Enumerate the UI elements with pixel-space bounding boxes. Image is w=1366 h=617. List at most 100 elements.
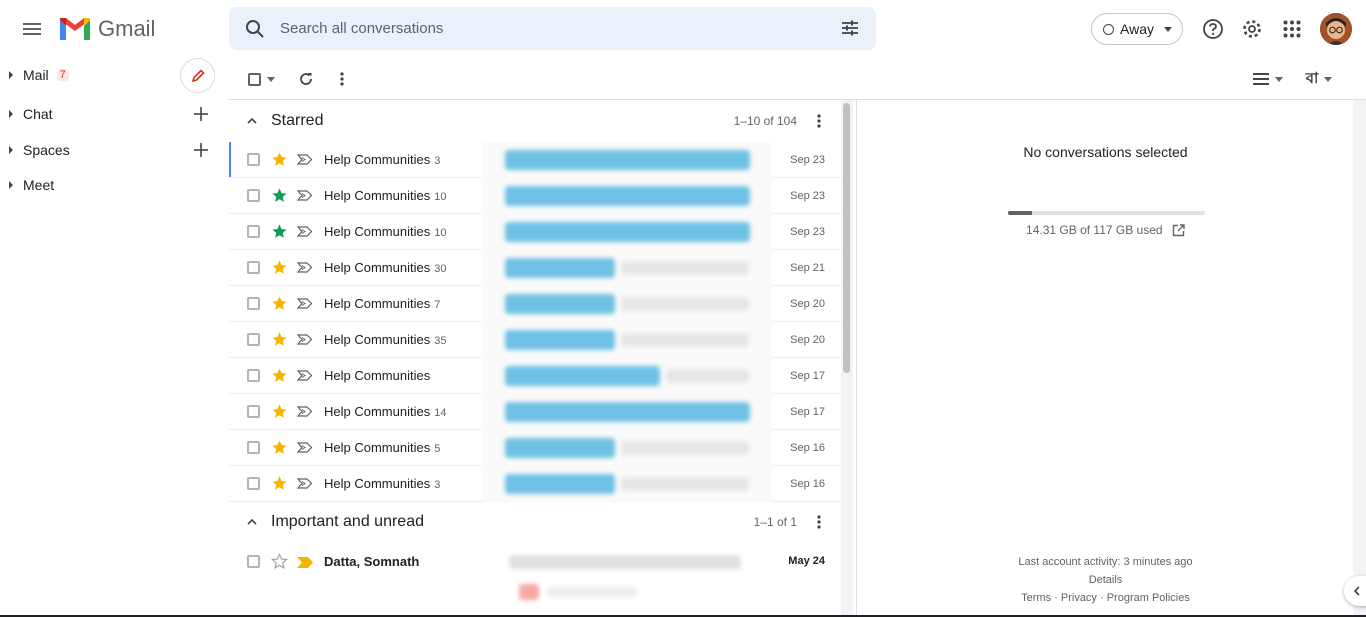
table-row[interactable]: Help Communities 3 Sep 23 <box>229 142 841 178</box>
table-row[interactable]: Help Communities 14 Sep 17 <box>229 394 841 430</box>
gmail-logo[interactable]: Gmail <box>58 14 155 44</box>
star-icon[interactable] <box>271 367 288 384</box>
storage-meter <box>1008 211 1205 215</box>
list-scrollbar-thumb[interactable] <box>843 103 850 373</box>
refresh-icon[interactable] <box>295 64 317 94</box>
row-checkbox[interactable] <box>247 261 260 274</box>
settings-icon[interactable] <box>1236 13 1268 45</box>
table-row[interactable]: Help Communities 10 Sep 23 <box>229 214 841 250</box>
help-icon[interactable] <box>1197 13 1229 45</box>
star-icon[interactable] <box>271 553 288 570</box>
storage-usage-text: 14.31 GB of 117 GB used <box>1026 223 1163 237</box>
row-checkbox[interactable] <box>247 555 260 568</box>
main-menu-icon[interactable] <box>12 9 52 49</box>
important-marker-icon[interactable] <box>297 557 313 568</box>
search-bar[interactable] <box>229 7 876 50</box>
sender-label: Help Communities <box>324 332 431 347</box>
row-checkbox[interactable] <box>247 333 260 346</box>
open-external-icon[interactable] <box>1172 224 1185 237</box>
row-checkbox[interactable] <box>247 153 260 166</box>
row-checkbox[interactable] <box>247 441 260 454</box>
star-icon[interactable] <box>271 187 288 204</box>
sidebar-item-spaces[interactable]: Spaces <box>0 134 229 166</box>
program-policies-link[interactable]: Program Policies <box>1107 592 1190 604</box>
row-checkbox[interactable] <box>247 297 260 310</box>
row-checkbox[interactable] <box>247 369 260 382</box>
sidebar-item-meet[interactable]: Meet <box>0 169 229 201</box>
importance-marker-icon[interactable] <box>297 190 313 201</box>
more-options-icon[interactable] <box>333 64 351 94</box>
star-icon[interactable] <box>271 475 288 492</box>
sender-name: Help Communities 5 <box>324 440 440 455</box>
star-icon[interactable] <box>271 403 288 420</box>
expand-arrow-icon[interactable] <box>9 146 13 154</box>
redacted-snippet <box>621 441 749 455</box>
table-row[interactable]: Help Communities Sep 17 <box>229 358 841 394</box>
collapse-chevron-icon[interactable] <box>245 114 259 128</box>
storage-usage[interactable]: 14.31 GB of 117 GB used <box>857 223 1354 237</box>
row-date: Sep 16 <box>790 441 825 454</box>
star-icon[interactable] <box>271 259 288 276</box>
sidebar-item-label: Chat <box>23 106 53 122</box>
redacted-subject <box>505 222 750 242</box>
star-icon[interactable] <box>271 439 288 456</box>
collapse-chevron-icon[interactable] <box>245 515 259 529</box>
table-row[interactable]: Help Communities 30 Sep 21 <box>229 250 841 286</box>
importance-marker-icon[interactable] <box>297 262 313 273</box>
row-checkbox[interactable] <box>247 189 260 202</box>
importance-marker-icon[interactable] <box>297 226 313 237</box>
importance-marker-icon[interactable] <box>297 154 313 165</box>
section-menu-icon[interactable] <box>817 514 821 530</box>
conversation-list: Starred 1–10 of 104 Help Communities 3 Sep… <box>229 100 841 617</box>
privacy-link[interactable]: Privacy <box>1061 592 1097 604</box>
redacted-subject <box>505 330 615 350</box>
redacted-subject <box>505 186 750 206</box>
section-menu-icon[interactable] <box>817 113 821 129</box>
expand-arrow-icon[interactable] <box>9 110 13 118</box>
importance-marker-icon[interactable] <box>297 370 313 381</box>
thread-count: 14 <box>434 407 447 419</box>
star-icon[interactable] <box>271 331 288 348</box>
storage-meter-fill <box>1008 211 1033 215</box>
thread-count: 30 <box>434 263 447 275</box>
search-options-icon[interactable] <box>840 18 862 40</box>
star-icon[interactable] <box>271 151 288 168</box>
expand-arrow-icon[interactable] <box>9 71 13 79</box>
importance-marker-icon[interactable] <box>297 334 313 345</box>
sender-label: Help Communities <box>324 368 431 383</box>
table-row[interactable]: Help Communities 10 Sep 23 <box>229 178 841 214</box>
sidebar-item-chat[interactable]: Chat <box>0 98 229 130</box>
show-side-panel-button[interactable] <box>1344 576 1366 606</box>
row-checkbox[interactable] <box>247 225 260 238</box>
account-avatar[interactable] <box>1320 13 1352 45</box>
select-all-checkbox[interactable] <box>245 64 277 94</box>
table-row[interactable]: Datta, Somnath May 24 <box>229 543 841 605</box>
star-icon[interactable] <box>271 223 288 240</box>
importance-marker-icon[interactable] <box>297 298 313 309</box>
search-input[interactable] <box>280 20 820 37</box>
redacted-snippet <box>621 477 749 491</box>
search-icon[interactable] <box>235 9 275 49</box>
add-space-icon[interactable] <box>191 140 211 160</box>
details-link[interactable]: Details <box>857 574 1354 586</box>
table-row[interactable]: Help Communities 3 Sep 16 <box>229 466 841 502</box>
section-header-important[interactable]: Important and unread 1–1 of 1 <box>229 501 841 543</box>
expand-arrow-icon[interactable] <box>9 181 13 189</box>
section-header-starred[interactable]: Starred 1–10 of 104 <box>229 100 841 142</box>
importance-marker-icon[interactable] <box>297 406 313 417</box>
terms-link[interactable]: Terms <box>1021 592 1051 604</box>
add-chat-icon[interactable] <box>191 104 211 124</box>
importance-marker-icon[interactable] <box>297 478 313 489</box>
row-checkbox[interactable] <box>247 405 260 418</box>
star-icon[interactable] <box>271 295 288 312</box>
split-pane-toggle[interactable] <box>1251 64 1285 94</box>
importance-marker-icon[interactable] <box>297 442 313 453</box>
compose-button[interactable] <box>180 58 215 93</box>
row-checkbox[interactable] <box>247 477 260 490</box>
apps-grid-icon[interactable] <box>1276 13 1308 45</box>
status-button[interactable]: Away <box>1091 13 1183 45</box>
input-tools-button[interactable]: বা <box>1302 64 1336 94</box>
table-row[interactable]: Help Communities 35 Sep 20 <box>229 322 841 358</box>
table-row[interactable]: Help Communities 7 Sep 20 <box>229 286 841 322</box>
table-row[interactable]: Help Communities 5 Sep 16 <box>229 430 841 466</box>
